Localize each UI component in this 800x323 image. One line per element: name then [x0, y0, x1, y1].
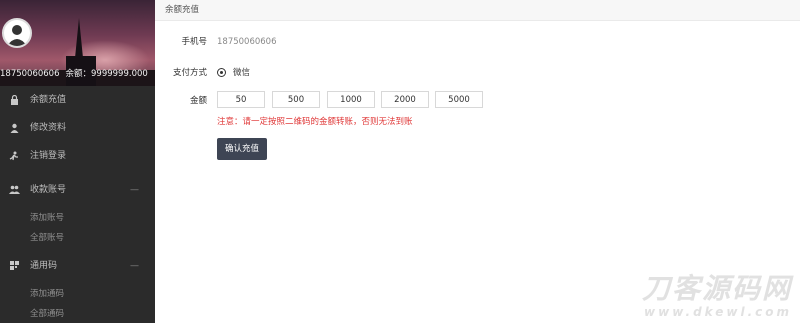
sidebar-item-label: 余额充值	[30, 95, 67, 105]
page-title: 余额充值	[155, 0, 800, 21]
user-icon	[8, 114, 20, 142]
amount-row: 金额 50 500 1000 2000 5000	[155, 91, 755, 111]
sidebar-item-add-account[interactable]: 添加账号	[0, 208, 155, 228]
sidebar-item-label: 修改资料	[30, 123, 67, 133]
amount-label: 金额	[189, 96, 207, 106]
sidebar-item-universal-code[interactable]: 通用码 —	[0, 252, 155, 280]
sidebar-item-all-accounts[interactable]: 全部账号	[0, 228, 155, 248]
sidebar-nav: 余额充值 修改资料 注销登录 收款账号 — 添加账号 全部账号 通用码 — 添加…	[0, 86, 155, 323]
watermark: 刀客源码网 www.dkewl.com	[641, 272, 792, 320]
wechat-radio-label[interactable]: 微信	[233, 63, 250, 83]
warning-text: 注意：请一定按照二维码的金额转账，否则无法到账	[217, 117, 413, 127]
avatar-icon	[7, 25, 27, 46]
amount-option-5000[interactable]: 5000	[435, 91, 483, 108]
sidebar-item-recharge[interactable]: 余额充值	[0, 86, 155, 114]
sidebar-item-label: 注销登录	[30, 151, 67, 161]
collapse-icon[interactable]: —	[130, 252, 139, 280]
logout-icon	[8, 142, 20, 170]
amount-option-1000[interactable]: 1000	[327, 91, 375, 108]
amount-option-2000[interactable]: 2000	[381, 91, 429, 108]
profile-phone: 18750060606	[0, 69, 60, 79]
balance-value: 9999999.000	[91, 69, 148, 79]
amount-option-500[interactable]: 500	[272, 91, 320, 108]
sidebar-item-add-code[interactable]: 添加通码	[0, 284, 155, 304]
confirm-recharge-button[interactable]: 确认充值	[217, 138, 267, 160]
payment-label: 支付方式	[172, 68, 207, 78]
sidebar-item-label: 通用码	[30, 261, 58, 271]
payment-row: 支付方式 微信	[155, 63, 755, 83]
sidebar: 18750060606 余额：9999999.000 余额充值 修改资料 注销登录	[0, 0, 155, 323]
sidebar-item-label: 收款账号	[30, 185, 67, 195]
profile-banner: 18750060606 余额：9999999.000	[0, 0, 155, 86]
sidebar-item-accounts[interactable]: 收款账号 —	[0, 176, 155, 204]
amount-option-50[interactable]: 50	[217, 91, 265, 108]
avatar[interactable]	[2, 18, 32, 48]
collapse-icon[interactable]: —	[130, 176, 139, 204]
balance-label: 余额：	[65, 69, 92, 79]
qrcode-icon	[8, 252, 20, 280]
watermark-title: 刀客源码网	[641, 272, 792, 305]
phone-value: 18750060606	[217, 37, 277, 47]
sidebar-item-all-codes[interactable]: 全部通码	[0, 304, 155, 323]
sidebar-item-profile[interactable]: 修改资料	[0, 114, 155, 142]
watermark-url: www.dkewl.com	[644, 305, 792, 319]
main-panel: 余额充值 手机号 18750060606 支付方式 微信 金额 50 500 1…	[155, 0, 800, 323]
phone-label: 手机号	[181, 37, 207, 47]
wechat-radio[interactable]	[217, 68, 226, 77]
profile-info: 18750060606 余额：9999999.000	[0, 66, 155, 82]
lock-icon	[8, 86, 20, 114]
phone-row: 手机号 18750060606	[155, 32, 755, 52]
users-icon	[8, 176, 20, 204]
sidebar-item-logout[interactable]: 注销登录	[0, 142, 155, 170]
